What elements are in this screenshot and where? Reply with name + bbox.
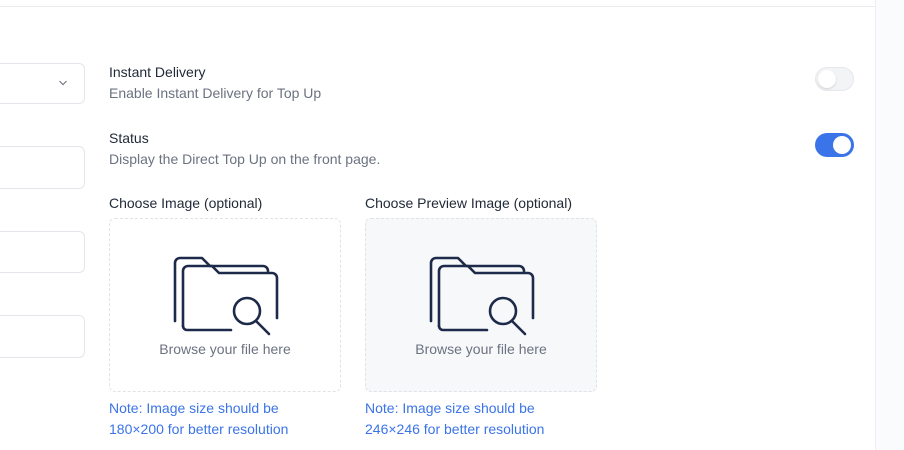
image-upload-dropzone[interactable]: Browse your file here [109, 218, 341, 392]
folder-search-icon [429, 256, 535, 336]
status-description: Display the Direct Top Up on the front p… [109, 151, 381, 167]
preview-image-upload-dropzone[interactable]: Browse your file here [365, 218, 597, 392]
browse-text: Browse your file here [415, 341, 547, 357]
note-line: 180×200 for better resolution [109, 421, 289, 437]
top-divider [0, 6, 875, 7]
right-side-panel [875, 0, 904, 450]
left-input-field-3[interactable] [0, 315, 85, 358]
choose-image-label: Choose Image (optional) [109, 195, 263, 211]
preview-image-size-note: Note: Image size should be 246×246 for b… [365, 398, 605, 440]
toggle-knob [818, 70, 836, 88]
note-line: 246×246 for better resolution [365, 421, 545, 437]
instant-delivery-setting: Instant Delivery Enable Instant Delivery… [109, 63, 321, 102]
instant-delivery-toggle[interactable] [815, 67, 854, 91]
toggle-knob [833, 136, 851, 154]
image-size-note: Note: Image size should be 180×200 for b… [109, 398, 349, 440]
note-line: Note: Image size should be [365, 400, 535, 416]
left-select-field[interactable] [0, 63, 85, 104]
settings-form: Instant Delivery Enable Instant Delivery… [0, 0, 904, 450]
status-toggle[interactable] [815, 133, 854, 157]
instant-delivery-description: Enable Instant Delivery for Top Up [109, 85, 322, 101]
instant-delivery-title: Instant Delivery [109, 64, 206, 80]
browse-text: Browse your file here [159, 341, 291, 357]
status-setting: Status Display the Direct Top Up on the … [109, 129, 380, 168]
left-input-field-1[interactable] [0, 146, 85, 189]
folder-search-icon [173, 256, 279, 336]
note-line: Note: Image size should be [109, 400, 279, 416]
left-input-field-2[interactable] [0, 231, 85, 273]
chevron-down-icon [59, 79, 67, 87]
choose-preview-image-label: Choose Preview Image (optional) [365, 195, 572, 211]
status-title: Status [109, 130, 149, 146]
